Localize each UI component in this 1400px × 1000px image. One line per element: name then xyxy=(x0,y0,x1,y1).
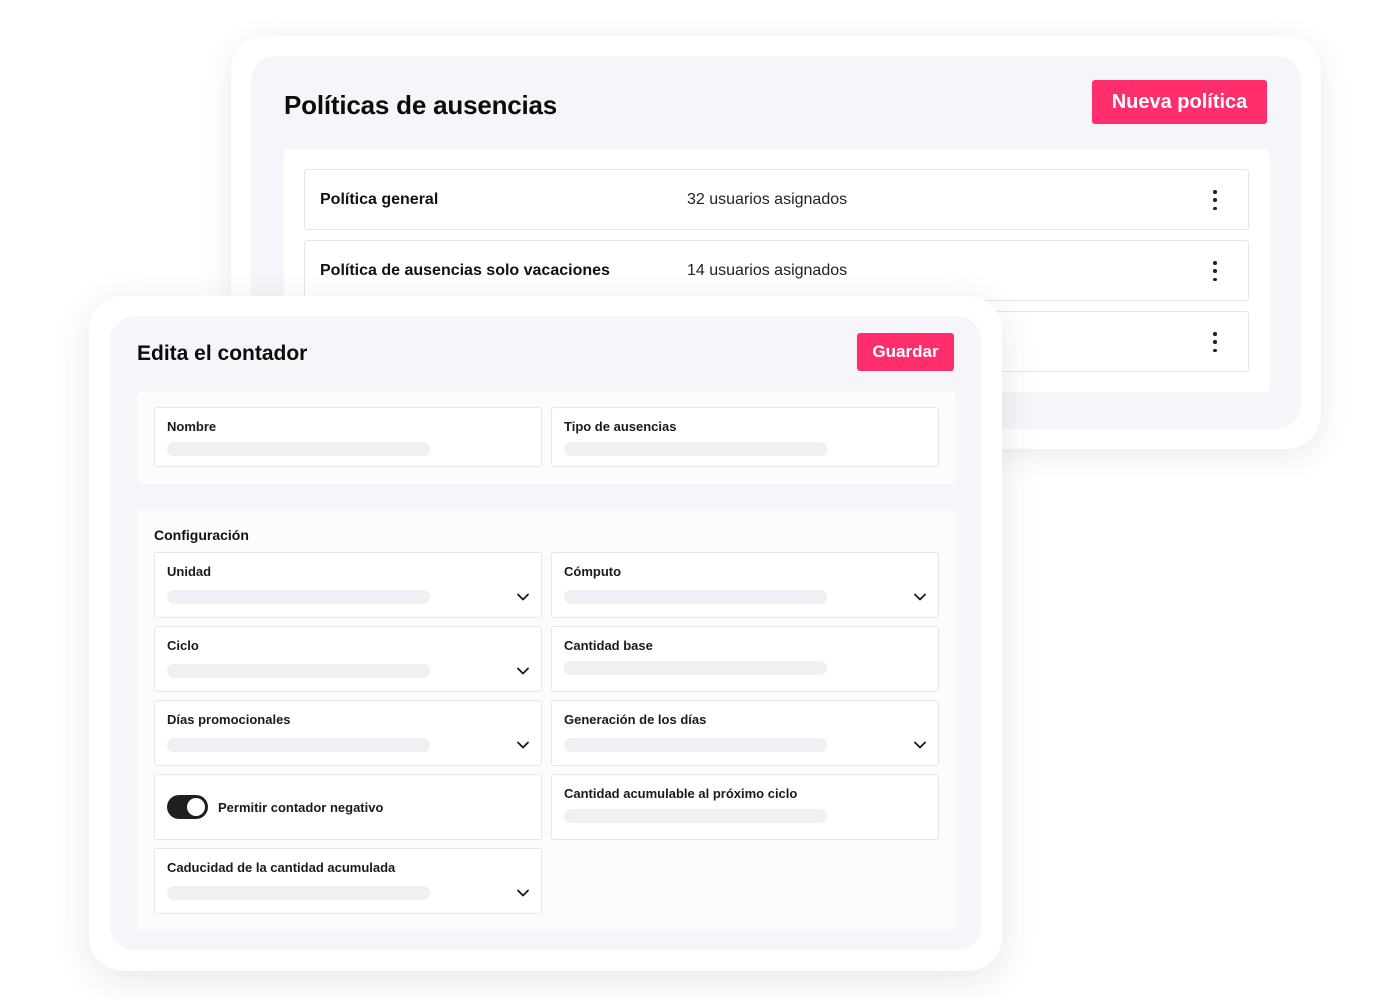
computation-label: Cómputo xyxy=(564,564,622,579)
carryover-expiry-value-placeholder xyxy=(167,886,430,900)
promo-days-value-placeholder xyxy=(167,738,430,752)
policy-name: Política de ausencias solo vacaciones xyxy=(320,262,610,279)
chevron-down-icon[interactable] xyxy=(516,666,530,676)
days-generation-select[interactable]: Generación de los días xyxy=(551,700,939,766)
chevron-down-icon[interactable] xyxy=(913,592,927,602)
base-amount-field[interactable]: Cantidad base xyxy=(551,626,939,692)
carryover-expiry-select[interactable]: Caducidad de la cantidad acumulada xyxy=(154,848,542,914)
chevron-down-icon[interactable] xyxy=(913,740,927,750)
name-field[interactable]: Nombre xyxy=(154,407,542,467)
unit-select[interactable]: Unidad xyxy=(154,552,542,618)
chevron-down-icon[interactable] xyxy=(516,592,530,602)
negative-counter-toggle[interactable] xyxy=(167,795,208,819)
cycle-label: Ciclo xyxy=(167,638,199,653)
carryover-label: Cantidad acumulable al próximo ciclo xyxy=(564,786,798,801)
promo-days-label: Días promocionales xyxy=(167,712,291,727)
new-policy-button[interactable]: Nueva política xyxy=(1092,80,1267,124)
cycle-select[interactable]: Ciclo xyxy=(154,626,542,692)
negative-counter-label: Permitir contador negativo xyxy=(218,800,384,815)
base-amount-label: Cantidad base xyxy=(564,638,653,653)
cycle-value-placeholder xyxy=(167,664,430,678)
counter-editor-inner: Edita el contador Guardar Nombre Tipo de… xyxy=(110,316,981,950)
absence-type-field[interactable]: Tipo de ausencias xyxy=(551,407,939,467)
policy-users-count: 32 usuarios asignados xyxy=(687,191,848,208)
configuration-section: Configuración Unidad Cómputo Ciclo Canti… xyxy=(137,509,956,931)
computation-select[interactable]: Cómputo xyxy=(551,552,939,618)
chevron-down-icon[interactable] xyxy=(516,740,530,750)
policy-name: Política general xyxy=(320,191,439,208)
policies-title: Políticas de ausencias xyxy=(284,90,558,120)
kebab-menu-icon[interactable] xyxy=(1210,261,1220,281)
unit-value-placeholder xyxy=(167,590,430,604)
promo-days-select[interactable]: Días promocionales xyxy=(154,700,542,766)
computation-value-placeholder xyxy=(564,590,827,604)
kebab-menu-icon[interactable] xyxy=(1210,190,1220,210)
configuration-title: Configuración xyxy=(154,527,249,543)
policy-row[interactable]: Política de ausencias solo vacaciones 14… xyxy=(304,240,1249,301)
stage: Políticas de ausencias Nueva política Po… xyxy=(0,0,1400,1000)
kebab-menu-icon[interactable] xyxy=(1210,332,1220,352)
editor-title: Edita el contador xyxy=(137,342,308,365)
toggle-knob xyxy=(187,798,205,816)
counter-editor-card: Edita el contador Guardar Nombre Tipo de… xyxy=(89,296,1002,971)
save-button[interactable]: Guardar xyxy=(857,333,954,371)
absence-type-input-placeholder[interactable] xyxy=(564,442,827,456)
basic-info-section: Nombre Tipo de ausencias xyxy=(137,391,956,484)
chevron-down-icon[interactable] xyxy=(516,888,530,898)
carryover-expiry-label: Caducidad de la cantidad acumulada xyxy=(167,860,396,875)
carryover-input-placeholder[interactable] xyxy=(564,809,827,823)
base-amount-input-placeholder[interactable] xyxy=(564,661,827,675)
carryover-amount-field[interactable]: Cantidad acumulable al próximo ciclo xyxy=(551,774,939,840)
days-generation-value-placeholder xyxy=(564,738,827,752)
name-input-placeholder[interactable] xyxy=(167,442,430,456)
name-label: Nombre xyxy=(167,419,217,434)
unit-label: Unidad xyxy=(167,564,212,579)
days-generation-label: Generación de los días xyxy=(564,712,707,727)
negative-counter-field: Permitir contador negativo xyxy=(154,774,542,840)
absence-type-label: Tipo de ausencias xyxy=(564,419,677,434)
policy-row[interactable]: Política general 32 usuarios asignados xyxy=(304,169,1249,230)
policy-users-count: 14 usuarios asignados xyxy=(687,262,848,279)
